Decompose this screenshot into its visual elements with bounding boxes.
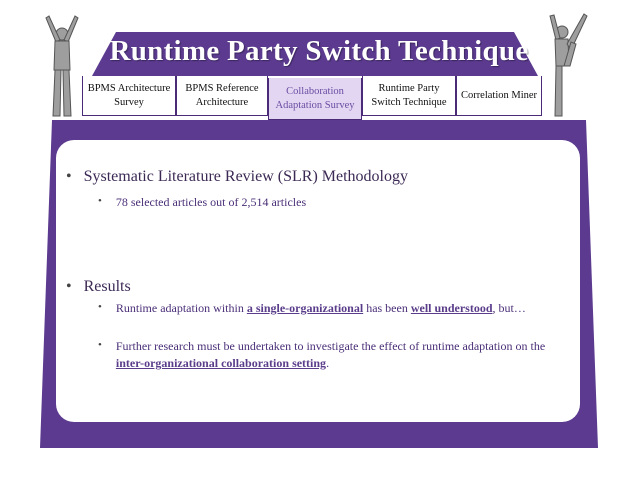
tab-bpms-architecture-survey[interactable]: BPMS Architecture Survey: [82, 76, 176, 116]
tab-label: Collaboration Adaptation Survey: [275, 86, 355, 111]
bullet-dot: •: [66, 278, 72, 295]
text-segment: .: [326, 356, 330, 371]
tab-runtime-party-switch-technique[interactable]: Runtime Party Switch Technique: [362, 76, 456, 116]
bullet-results: • Results: [66, 278, 131, 296]
bullet-slr: • Systematic Literature Review (SLR) Met…: [66, 168, 408, 186]
bullet-text: Systematic Literature Review (SLR) Metho…: [83, 168, 408, 185]
text-segment: Further research must be undertaken to i…: [115, 339, 546, 353]
bullet-text: 78 selected articles out of 2,514 articl…: [115, 195, 307, 209]
bullet-dot: •: [98, 339, 102, 351]
dancer-leg-raised-icon: [540, 10, 590, 127]
tab-collaboration-adaptation-survey[interactable]: Collaboration Adaptation Survey: [268, 78, 362, 120]
sub-bullet-further-research: • Further research must be undertaken to…: [98, 338, 556, 373]
bullet-text: Further research must be undertaken to i…: [116, 338, 556, 373]
sub-bullet-single-org: • Runtime adaptation within a single-org…: [98, 300, 556, 317]
bullet-text: Runtime adaptation within a single-organ…: [116, 300, 556, 317]
emphasis-well-understood: well understood: [410, 301, 493, 315]
page-number: 9: [538, 453, 545, 465]
bullet-dot: •: [98, 301, 102, 313]
bullet-dot: •: [66, 168, 72, 185]
tab-correlation-miner[interactable]: Correlation Miner: [456, 76, 542, 116]
footer-date: 08 - November - 2016: [84, 453, 191, 465]
tab-label: BPMS Architecture Survey: [87, 83, 171, 108]
text-segment: has been: [363, 301, 411, 315]
text-segment: Runtime adaptation within: [115, 301, 247, 315]
dancer-arms-raised-icon: [40, 12, 84, 127]
tab-label: BPMS Reference Architecture: [185, 83, 259, 108]
emphasis-inter-organizational: inter-organizational collaboration setti…: [115, 356, 327, 371]
tab-label: Runtime Party Switch Technique: [371, 83, 447, 108]
tab-bpms-reference-architecture[interactable]: BPMS Reference Architecture: [176, 76, 268, 116]
emphasis-single-organizational: a single-organizational: [246, 301, 364, 315]
tab-label: Correlation Miner: [460, 89, 538, 101]
sub-bullet-articles: • 78 selected articles out of 2,514 arti…: [98, 194, 556, 211]
text-segment: , but…: [492, 301, 526, 315]
bullet-text: Results: [83, 278, 131, 295]
bullet-dot: •: [98, 195, 102, 207]
